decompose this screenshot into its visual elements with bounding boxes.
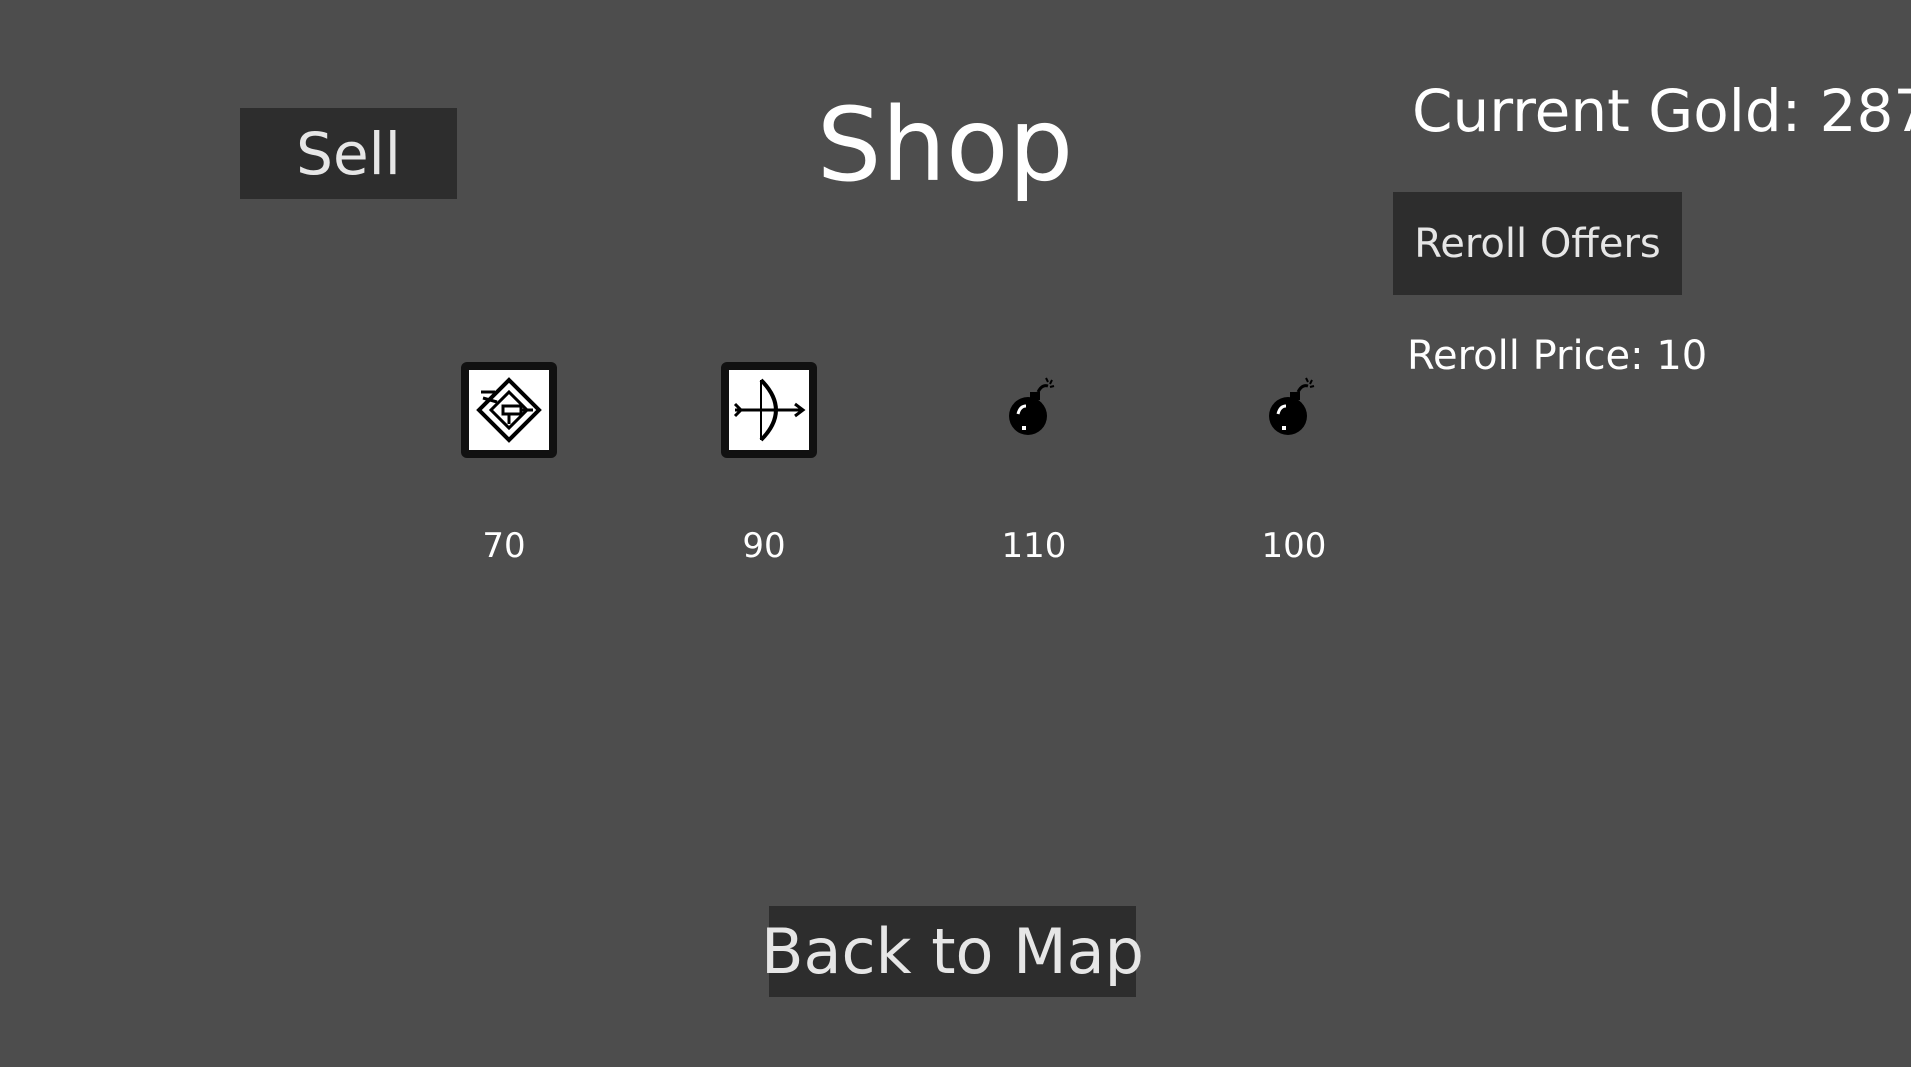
diamond-rune-card-icon bbox=[476, 377, 542, 443]
shop-offer-3[interactable] bbox=[982, 362, 1078, 458]
reroll-price-label: Reroll Price: 10 bbox=[1407, 333, 1708, 379]
shop-offer-1[interactable] bbox=[461, 362, 557, 458]
reroll-offers-button[interactable]: Reroll Offers bbox=[1393, 192, 1682, 295]
back-to-map-button[interactable]: Back to Map bbox=[761, 906, 1144, 997]
offer-price-3: 110 bbox=[1001, 526, 1067, 566]
bomb-icon bbox=[1269, 377, 1315, 435]
current-gold-label: Current Gold: 287 bbox=[1412, 77, 1911, 145]
offer-price-2: 90 bbox=[742, 526, 786, 566]
sell-button[interactable]: Sell bbox=[240, 108, 457, 199]
bomb-icon bbox=[1009, 377, 1055, 435]
bow-and-arrow-card-icon bbox=[733, 378, 806, 442]
offer-price-4: 100 bbox=[1261, 526, 1327, 566]
shop-offer-2[interactable] bbox=[721, 362, 817, 458]
offer-price-1: 70 bbox=[482, 526, 526, 566]
shop-offer-4[interactable] bbox=[1242, 362, 1338, 458]
page-title: Shop bbox=[816, 86, 1074, 205]
